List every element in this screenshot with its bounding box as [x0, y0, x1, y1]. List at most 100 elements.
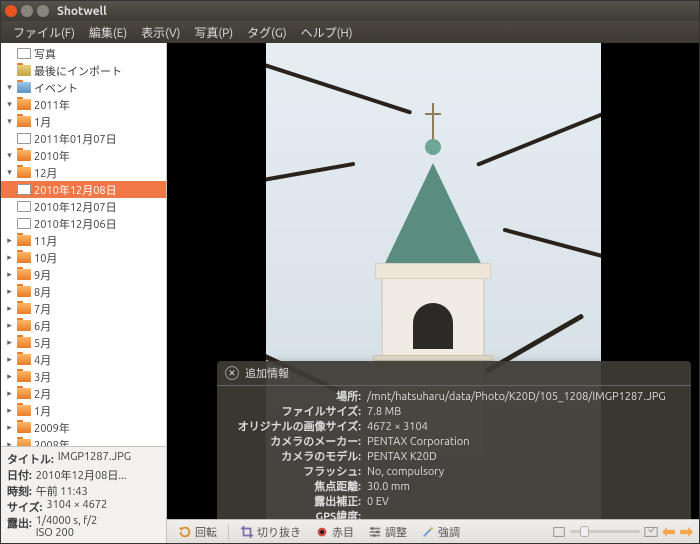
nav-last-import[interactable]: 最後にインポート [1, 62, 166, 79]
info-key: 焦点距離: [227, 480, 361, 495]
nav-label: 2010年12月07日 [34, 199, 117, 215]
adjust-label: 調整 [385, 524, 407, 540]
redeye-button[interactable]: 赤目 [310, 523, 359, 541]
nav-month[interactable]: ▸3月 [1, 368, 166, 385]
nav-month[interactable]: ▸1月 [1, 402, 166, 419]
folder-icon [17, 286, 31, 297]
folder-icon [17, 320, 31, 331]
close-info-button[interactable]: ✕ [225, 366, 239, 380]
nav-year[interactable]: ▸2009年 [1, 419, 166, 436]
nav-label: 12月 [34, 165, 57, 181]
meta-title-k: タイトル: [7, 451, 54, 467]
folder-icon [17, 82, 31, 93]
zoom-knob[interactable] [580, 526, 589, 537]
close-button[interactable] [5, 5, 17, 17]
nav-month[interactable]: ▸5月 [1, 334, 166, 351]
nav-year[interactable]: ▾2011年 [1, 96, 166, 113]
menu-help[interactable]: ヘルプ(H) [295, 22, 359, 43]
meta-title-v: IMGP1287.JPG [58, 451, 131, 467]
nav-label: 最後にインポート [34, 63, 122, 79]
meta-time-v: 午前 11:43 [36, 483, 88, 499]
info-key: フラッシュ: [227, 465, 361, 480]
nav-label: 写真 [34, 46, 56, 62]
import-icon [17, 65, 31, 76]
folder-icon [17, 269, 31, 280]
nav-month[interactable]: ▸6月 [1, 317, 166, 334]
nav-event[interactable]: 2010年12月07日 [1, 198, 166, 215]
folder-icon [17, 150, 31, 161]
zoom-actual-icon[interactable] [644, 525, 658, 539]
tree-branch [502, 228, 600, 263]
adjust-button[interactable]: 調整 [363, 523, 412, 541]
folder-icon [17, 388, 31, 399]
menu-view[interactable]: 表示(V) [135, 22, 186, 43]
nav-month[interactable]: ▸9月 [1, 266, 166, 283]
folder-icon [17, 354, 31, 365]
next-photo-button[interactable]: ➡ [680, 522, 693, 541]
tree-branch [266, 162, 355, 189]
nav-label: 1月 [34, 114, 51, 130]
nav-event[interactable]: 2010年12月06日 [1, 215, 166, 232]
menu-edit[interactable]: 編集(E) [83, 22, 133, 43]
nav-label: 3月 [34, 369, 51, 385]
folder-icon [17, 405, 31, 416]
nav-label: 2009年 [34, 420, 70, 436]
toolbar: 回転 切り抜き 赤目 調整 強調 ⬅ ➡ [167, 519, 699, 543]
menu-file[interactable]: ファイル(F) [7, 22, 81, 43]
folder-icon [17, 303, 31, 314]
info-value: 0 EV [367, 495, 681, 510]
nav-month[interactable]: ▸2月 [1, 385, 166, 402]
maximize-button[interactable] [37, 5, 49, 17]
prev-photo-button[interactable]: ⬅ [662, 522, 675, 541]
meta-date-v: 2010年12月08日... [36, 467, 127, 483]
nav-month[interactable]: ▸8月 [1, 283, 166, 300]
nav-year[interactable]: ▸2008年 [1, 436, 166, 446]
folder-icon [17, 371, 31, 382]
redeye-label: 赤目 [332, 524, 354, 540]
meta-exp-k: 露出: [7, 515, 32, 539]
nav-year[interactable]: ▾2010年 [1, 147, 166, 164]
crop-button[interactable]: 切り抜き [235, 523, 306, 541]
nav-month[interactable]: ▾12月 [1, 164, 166, 181]
event-icon [17, 184, 31, 195]
nav-month[interactable]: ▸7月 [1, 300, 166, 317]
info-row: 場所:/mnt/hatsuharu/data/Photo/K20D/105_12… [227, 390, 681, 405]
menu-photo[interactable]: 写真(P) [188, 22, 239, 43]
folder-icon [17, 337, 31, 348]
info-value: 30.0 mm [367, 480, 681, 495]
rotate-icon [178, 525, 192, 539]
nav-event-selected[interactable]: 2010年12月08日 [1, 181, 166, 198]
meta-date-k: 日付: [7, 467, 32, 483]
info-value: 7.8 MB [367, 405, 681, 420]
zoom-fit-icon[interactable] [552, 525, 566, 539]
rotate-label: 回転 [195, 524, 217, 540]
info-value: No, compulsory [367, 465, 681, 480]
meta-time-k: 時刻: [7, 483, 32, 499]
nav-label: 1月 [34, 403, 51, 419]
info-key: 場所: [227, 390, 361, 405]
nav-month[interactable]: ▸10月 [1, 249, 166, 266]
nav-events[interactable]: ▾イベント [1, 79, 166, 96]
nav-label: 2月 [34, 386, 51, 402]
minimize-button[interactable] [21, 5, 33, 17]
nav-month[interactable]: ▸11月 [1, 232, 166, 249]
rotate-button[interactable]: 回転 [173, 523, 222, 541]
nav-event[interactable]: 2011年01月07日 [1, 130, 166, 147]
enhance-button[interactable]: 強調 [416, 523, 465, 541]
menubar: ファイル(F) 編集(E) 表示(V) 写真(P) タグ(G) ヘルプ(H) [1, 21, 699, 43]
nav-photos[interactable]: 写真 [1, 45, 166, 62]
menu-tags[interactable]: タグ(G) [241, 22, 293, 43]
meta-size-v: 3104 × 4672 [46, 499, 107, 515]
info-row: 露出補正:0 EV [227, 495, 681, 510]
redeye-icon [315, 525, 329, 539]
nav-month[interactable]: ▾1月 [1, 113, 166, 130]
info-row: ファイルサイズ:7.8 MB [227, 405, 681, 420]
folder-icon [17, 422, 31, 433]
zoom-slider[interactable] [570, 530, 640, 533]
crop-icon [240, 525, 254, 539]
nav-label: 2010年12月06日 [34, 216, 117, 232]
event-icon [17, 218, 31, 229]
extended-info-panel: ✕ 追加情報 場所:/mnt/hatsuharu/data/Photo/K20D… [217, 361, 691, 543]
nav-month[interactable]: ▸4月 [1, 351, 166, 368]
meta-exp-v: 1/4000 s, f/2 ISO 200 [36, 515, 98, 539]
